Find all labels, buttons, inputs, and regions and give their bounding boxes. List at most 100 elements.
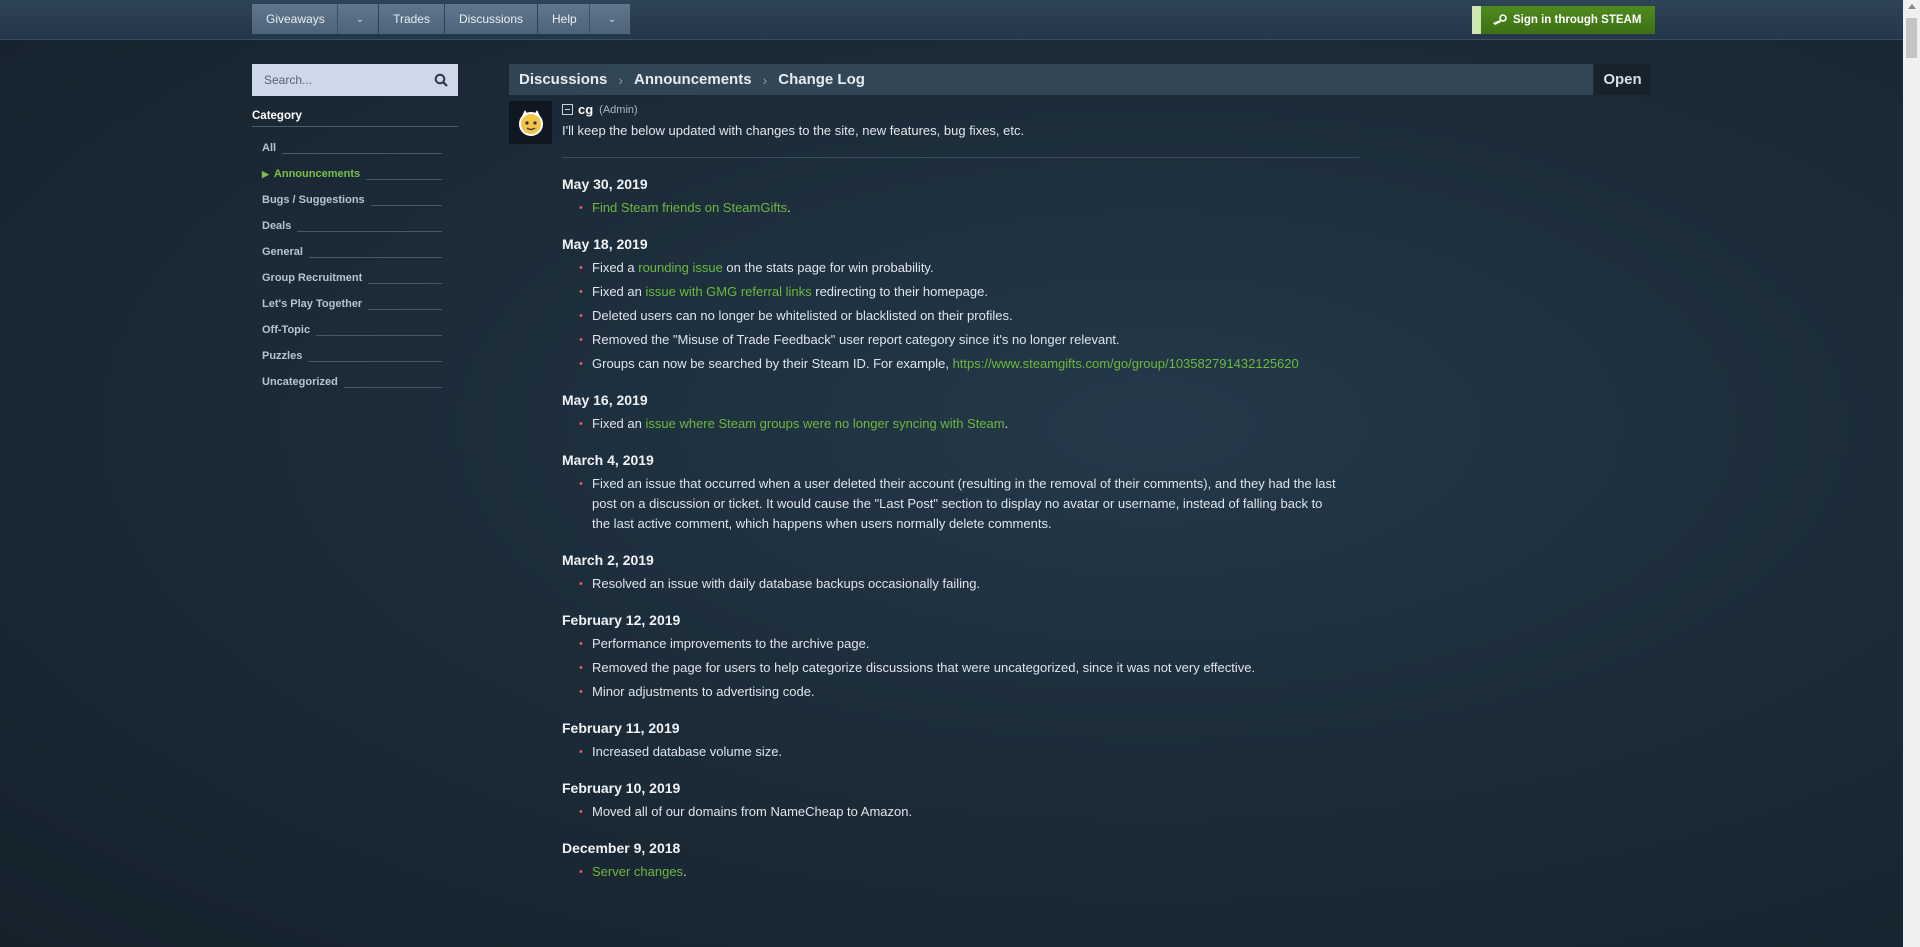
changelog-text: on the stats page for win probability. (722, 260, 934, 275)
changelog-entry: May 18, 2019 Fixed a rounding issue on th… (562, 236, 1342, 374)
scroll-up-arrow-icon[interactable] (1908, 4, 1916, 9)
changelog-link[interactable]: issue where Steam groups were no longer … (645, 416, 1004, 431)
changelog-text: Fixed an (592, 416, 646, 431)
sign-in-label: Sign in through STEAM (1513, 14, 1642, 26)
list-item: Performance improvements to the archive … (562, 634, 1342, 654)
collapse-icon[interactable] (562, 104, 573, 115)
sidebar: Category All ▶Announcements Bugs / Sugge… (252, 64, 458, 395)
list-item: Increased database volume size. (562, 742, 1342, 762)
entry-items: Server changes. (562, 862, 1342, 882)
list-item: Removed the page for users to help categ… (562, 658, 1342, 678)
nav-trades[interactable]: Trades (379, 4, 445, 34)
changelog-text: Fixed an issue that occurred when a user… (592, 476, 1336, 531)
author-role: (Admin) (599, 103, 638, 116)
changelog-text: . (787, 200, 791, 215)
nav-discussions[interactable]: Discussions (444, 4, 539, 34)
changelog-link[interactable]: rounding issue (638, 260, 723, 275)
nav-divider (336, 4, 338, 34)
entry-items: Fixed a rounding issue on the stats page… (562, 258, 1342, 374)
post-author: cg (Admin) (562, 102, 1362, 117)
nav-help[interactable]: Help ⌄ (538, 4, 632, 34)
changelog-link[interactable]: https://www.steamgifts.com/go/group/1035… (953, 356, 1299, 371)
sidebar-item-puzzles[interactable]: Puzzles (252, 343, 458, 369)
list-item: Groups can now be searched by their Stea… (562, 354, 1342, 374)
list-item: Fixed an issue with GMG referral links r… (562, 282, 1342, 302)
breadcrumb-announcements[interactable]: Announcements (634, 71, 752, 88)
changelog-text: Resolved an issue with daily database ba… (592, 576, 981, 591)
changelog-entry: February 10, 2019 Moved all of our domain… (562, 780, 1342, 822)
sidebar-item-deals[interactable]: Deals (252, 213, 458, 239)
sidebar-item-all[interactable]: All (252, 135, 458, 161)
breadcrumb-separator-icon: › (618, 71, 624, 88)
author-name[interactable]: cg (578, 102, 593, 117)
changelog-link[interactable]: Find Steam friends on SteamGifts (592, 200, 787, 215)
sidebar-item-announcements[interactable]: ▶ Announcements (252, 161, 458, 187)
sidebar-item-group-recruitment[interactable]: Group Recruitment (252, 265, 458, 291)
nav-help-label: Help (552, 12, 577, 26)
sidebar-item-off-topic[interactable]: Off-Topic (252, 317, 458, 343)
changelog-entry: May 16, 2019 Fixed an issue where Steam g… (562, 392, 1342, 434)
sidebar-item-lets-play-together[interactable]: Let's Play Together (252, 291, 458, 317)
changelog-link[interactable]: issue with GMG referral links (645, 284, 811, 299)
list-item: Fixed an issue where Steam groups were n… (562, 414, 1342, 434)
changelog-entry: December 9, 2018 Server changes. (562, 840, 1342, 882)
changelog-text: Moved all of our domains from NameCheap … (592, 804, 913, 819)
scrollbar[interactable] (1903, 0, 1920, 947)
sidebar-item-general[interactable]: General (252, 239, 458, 265)
list-item: Moved all of our domains from NameCheap … (562, 802, 1342, 822)
entry-items: Increased database volume size. (562, 742, 1342, 762)
entry-date: March 4, 2019 (562, 452, 654, 468)
status-badge: Open (1594, 64, 1651, 95)
entry-items: Resolved an issue with daily database ba… (562, 574, 1342, 594)
entry-date: March 2, 2019 (562, 552, 654, 568)
caret-right-icon: ▶ (262, 168, 269, 179)
search-input[interactable] (262, 72, 434, 88)
steam-icon (1493, 14, 1507, 25)
search-icon[interactable] (434, 73, 448, 87)
chevron-down-icon[interactable]: ⌄ (608, 14, 616, 25)
entry-date: February 11, 2019 (562, 720, 680, 736)
chevron-down-icon[interactable]: ⌄ (356, 14, 364, 25)
entry-date: December 9, 2018 (562, 840, 681, 856)
avatar-face-icon (518, 109, 543, 136)
changelog-text: Fixed an (592, 284, 646, 299)
sign-in-button-body[interactable]: Sign in through STEAM (1481, 6, 1656, 34)
entry-date: May 18, 2019 (562, 236, 648, 252)
entry-items: Fixed an issue that occurred when a user… (562, 474, 1342, 534)
signin-accent-bar (1472, 6, 1481, 34)
sidebar-item-bugs-suggestions[interactable]: Bugs / Suggestions (252, 187, 458, 213)
main-nav: Giveaways ⌄ Trades Discussions Help ⌄ (252, 4, 632, 34)
breadcrumb-change-log[interactable]: Change Log (778, 71, 865, 88)
changelog-entry: February 11, 2019 Increased database volu… (562, 720, 1342, 762)
changelog-text: . (683, 864, 687, 879)
changelog-text: Removed the "Misuse of Trade Feedback" u… (592, 332, 1120, 347)
list-item: Deleted users can no longer be whitelist… (562, 306, 1342, 326)
changelog-link[interactable]: Server changes (592, 864, 683, 879)
changelog-text: Minor adjustments to advertising code. (592, 684, 815, 699)
entry-items: Find Steam friends on SteamGifts. (562, 198, 1342, 218)
nav-divider (588, 4, 590, 34)
breadcrumb-discussions[interactable]: Discussions (519, 71, 607, 88)
entry-date: May 16, 2019 (562, 392, 648, 408)
entry-items: Fixed an issue where Steam groups were n… (562, 414, 1342, 434)
changelog: May 30, 2019 Find Steam friends on SteamG… (562, 176, 1342, 900)
changelog-entry: March 4, 2019 Fixed an issue that occurre… (562, 452, 1342, 534)
changelog-text: Fixed a (592, 260, 639, 275)
changelog-entry: March 2, 2019 Resolved an issue with dail… (562, 552, 1342, 594)
list-item: Fixed a rounding issue on the stats page… (562, 258, 1342, 278)
sidebar-item-uncategorized[interactable]: Uncategorized (252, 369, 458, 395)
entry-date: May 30, 2019 (562, 176, 648, 192)
sign-in-steam-button[interactable]: Sign in through STEAM (1472, 6, 1656, 34)
list-item: Fixed an issue that occurred when a user… (562, 474, 1342, 534)
search-box (252, 64, 458, 96)
nav-trades-label: Trades (393, 12, 430, 26)
avatar[interactable] (509, 101, 552, 144)
changelog-text: Performance improvements to the archive … (592, 636, 870, 651)
changelog-entry: February 12, 2019 Performance improvement… (562, 612, 1342, 702)
scrollbar-thumb[interactable] (1906, 18, 1917, 58)
category-heading: Category (252, 110, 458, 127)
nav-giveaways-label: Giveaways (266, 12, 325, 26)
changelog-text: Increased database volume size. (592, 744, 783, 759)
nav-giveaways[interactable]: Giveaways ⌄ (252, 4, 380, 34)
list-item: Removed the "Misuse of Trade Feedback" u… (562, 330, 1342, 350)
